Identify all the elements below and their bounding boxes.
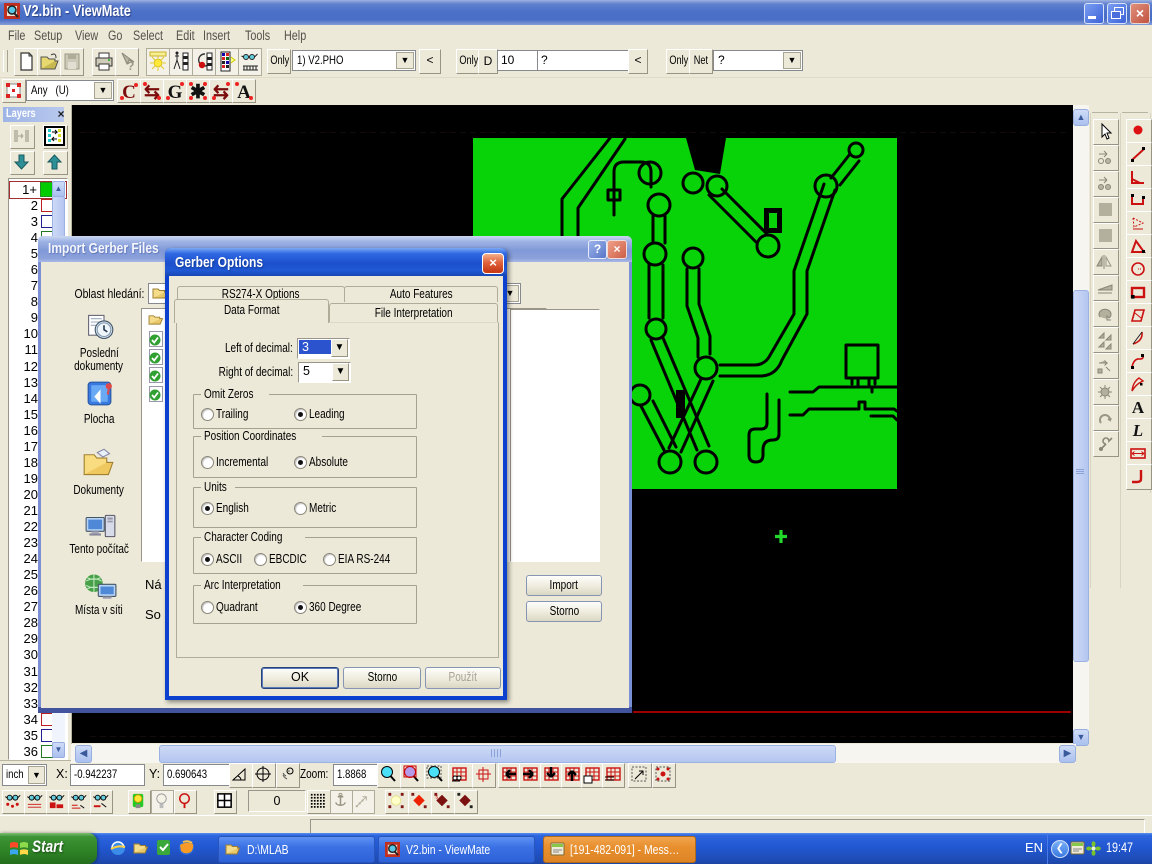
svg-text:L: L — [1132, 421, 1143, 440]
svg-text:C: C — [122, 82, 136, 102]
svg-text:A: A — [1132, 398, 1145, 417]
svg-text:A: A — [237, 82, 251, 102]
svg-text:s: s — [435, 795, 438, 801]
svg-text:?: ? — [127, 59, 134, 73]
